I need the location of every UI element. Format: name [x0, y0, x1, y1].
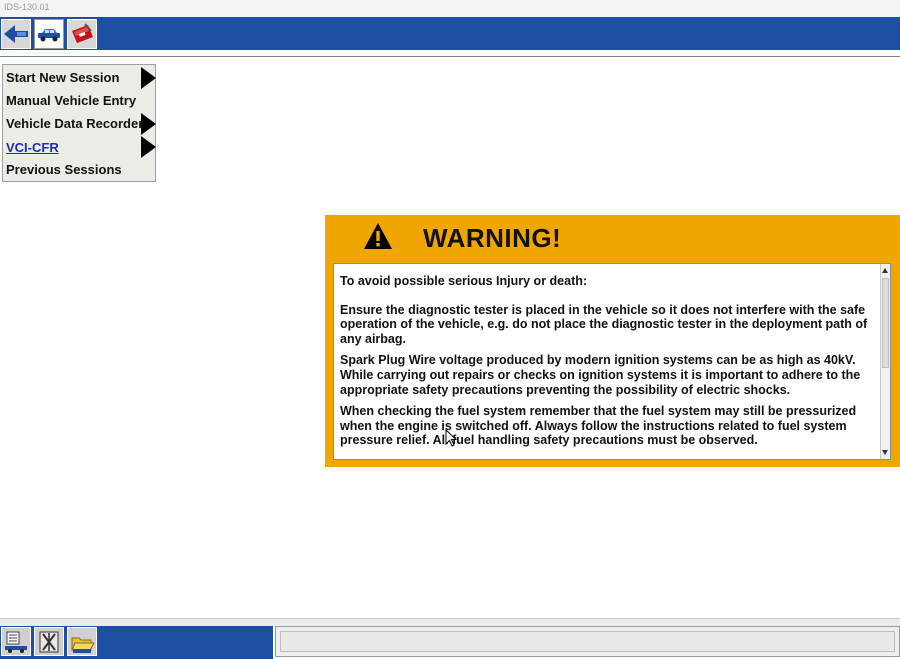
warning-title: WARNING!	[423, 223, 562, 253]
open-folder-button[interactable]	[67, 627, 97, 656]
vehicle-icon	[38, 29, 60, 42]
status-field	[280, 631, 895, 652]
menu-item-previous-sessions[interactable]: Previous Sessions	[6, 160, 122, 180]
warning-triangle-icon	[364, 223, 392, 249]
menu-item-manual-vehicle-entry[interactable]: Manual Vehicle Entry	[6, 91, 136, 111]
vehicle-button[interactable]	[34, 19, 64, 49]
menu-item-vci-cfr[interactable]: VCI-CFR	[6, 138, 59, 158]
toolbox-icon	[72, 23, 93, 43]
submenu-arrow-icon[interactable]	[141, 136, 156, 158]
warning-paragraph: When checking the fuel system remember t…	[340, 404, 857, 448]
top-toolbar	[0, 17, 900, 50]
scroll-down-icon[interactable]	[882, 450, 888, 455]
menu-item-start-new-session[interactable]: Start New Session	[6, 68, 119, 88]
warning-message-box[interactable]: To avoid possible serious Injury or deat…	[333, 263, 891, 460]
diagnostic-tools-button[interactable]	[34, 627, 64, 656]
window-title: IDS-130.01	[4, 2, 50, 12]
title-bar: IDS-130.01	[0, 0, 900, 18]
vehicle-list-button[interactable]	[1, 627, 31, 656]
menu-item-vehicle-data-recorder[interactable]: Vehicle Data Recorder	[6, 114, 143, 134]
open-folder-icon	[71, 637, 95, 653]
mouse-pointer-icon	[445, 429, 457, 447]
warning-paragraph: To avoid possible serious Injury or deat…	[340, 274, 588, 288]
session-menu: Start New Session Manual Vehicle Entry V…	[2, 64, 156, 182]
toolbar-divider	[0, 50, 900, 57]
scroll-up-icon[interactable]	[882, 268, 888, 273]
vehicle-list-icon	[5, 631, 27, 653]
status-panel	[275, 626, 900, 657]
diagnostic-tools-icon	[39, 631, 59, 652]
submenu-arrow-icon[interactable]	[141, 67, 156, 89]
toolbox-button[interactable]	[67, 19, 97, 49]
back-arrow-icon	[4, 25, 28, 43]
scroll-thumb[interactable]	[882, 278, 889, 368]
warning-text: To avoid possible serious Injury or deat…	[340, 274, 880, 455]
back-button[interactable]	[1, 19, 31, 49]
warning-scrollbar[interactable]	[880, 264, 890, 459]
submenu-arrow-icon[interactable]	[141, 113, 156, 135]
warning-paragraph: Ensure the diagnostic tester is placed i…	[340, 302, 868, 346]
warning-dialog: WARNING! To avoid possible serious Injur…	[325, 215, 900, 467]
warning-paragraph: Spark Plug Wire voltage produced by mode…	[340, 353, 861, 397]
